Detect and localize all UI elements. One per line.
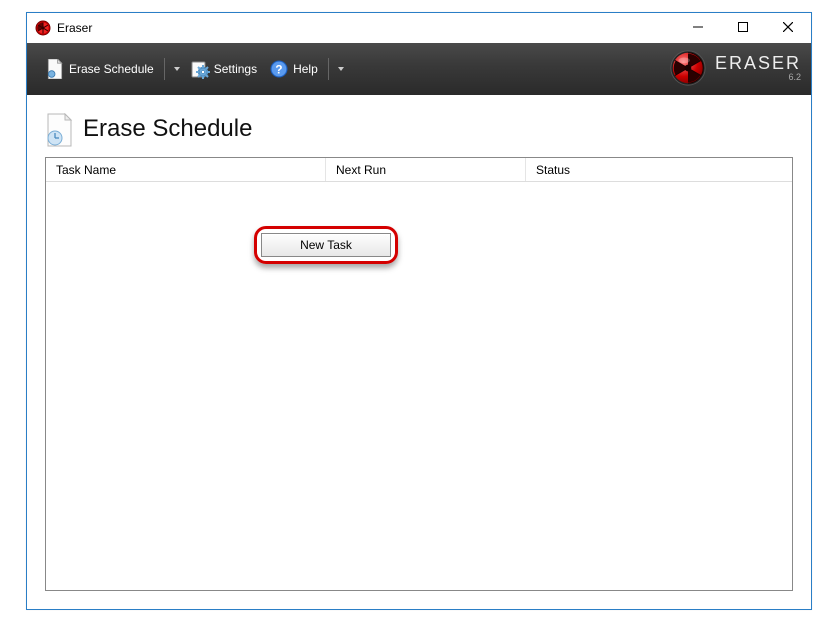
column-next-run[interactable]: Next Run: [326, 158, 526, 181]
brand-logo-icon: [669, 49, 707, 87]
document-clock-icon: [45, 113, 73, 145]
separator: [164, 58, 165, 80]
help-icon: ?: [269, 59, 289, 79]
titlebar: Eraser: [27, 13, 811, 43]
settings-label: Settings: [214, 62, 257, 76]
column-status[interactable]: Status: [526, 158, 792, 181]
new-task-highlight: New Task: [254, 226, 398, 264]
brand-version: 6.2: [788, 73, 801, 82]
page-title: Erase Schedule: [83, 115, 252, 143]
erase-schedule-dropdown[interactable]: [169, 63, 184, 75]
table-body[interactable]: New Task: [46, 182, 792, 590]
window-title: Eraser: [57, 21, 675, 35]
erase-schedule-menu[interactable]: Erase Schedule: [39, 55, 160, 83]
erase-schedule-label: Erase Schedule: [69, 62, 154, 76]
settings-button[interactable]: Settings: [184, 55, 263, 83]
chevron-down-icon: [338, 67, 344, 71]
app-icon: [35, 20, 51, 36]
highlight-ring: New Task: [254, 226, 398, 264]
minimize-button[interactable]: [675, 13, 720, 41]
help-label: Help: [293, 62, 318, 76]
chevron-down-icon: [174, 67, 180, 71]
page-header: Erase Schedule: [45, 113, 793, 145]
window-controls: [675, 13, 811, 43]
brand-name: ERASER: [715, 54, 801, 72]
svg-text:?: ?: [276, 64, 283, 77]
document-icon: [45, 59, 65, 79]
separator: [328, 58, 329, 80]
toolbar: Erase Schedule: [27, 43, 811, 95]
help-menu[interactable]: ? Help: [263, 55, 324, 83]
maximize-button[interactable]: [720, 13, 765, 41]
app-window: Eraser: [26, 12, 812, 610]
new-task-button[interactable]: New Task: [261, 233, 391, 257]
help-dropdown[interactable]: [333, 63, 348, 75]
table-header: Task Name Next Run Status: [46, 158, 792, 182]
column-task-name[interactable]: Task Name: [46, 158, 326, 181]
gear-icon: [190, 59, 210, 79]
close-button[interactable]: [765, 13, 811, 41]
schedule-table: Task Name Next Run Status New Task: [45, 157, 793, 591]
content-area: Erase Schedule Task Name Next Run Status…: [27, 95, 811, 609]
brand: ERASER 6.2: [669, 49, 801, 87]
